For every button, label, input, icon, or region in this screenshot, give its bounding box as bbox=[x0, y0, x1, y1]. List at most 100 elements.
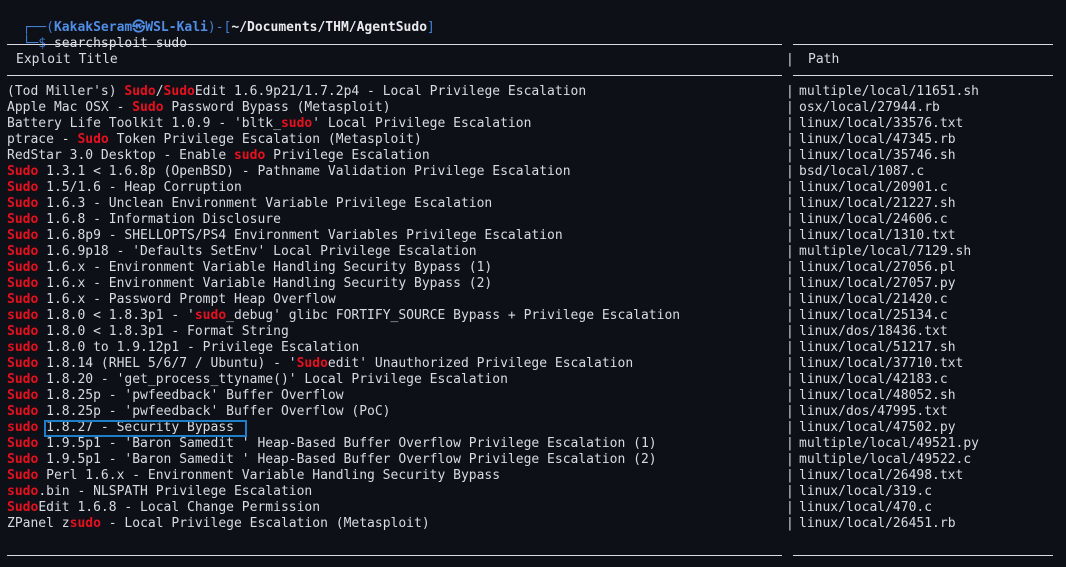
column-separator: | bbox=[786, 404, 794, 419]
exploit-title: Sudo 1.6.x - Environment Variable Handli… bbox=[7, 260, 492, 276]
column-separator: | bbox=[786, 100, 794, 115]
keyword-match: sudo bbox=[7, 340, 39, 355]
exploit-path: linux/dos/47995.txt bbox=[799, 404, 948, 419]
table-row: Sudo 1.8.14 (RHEL 5/6/7 / Ubuntu) - 'Sud… bbox=[0, 356, 1066, 372]
table-row: Sudo 1.6.8 - Information Disclosure | linu… bbox=[0, 212, 1066, 228]
keyword-match: Sudo bbox=[7, 372, 39, 387]
rule-header-right bbox=[793, 75, 1053, 76]
title-text: Perl 1.6.x - Environment Variable Handli… bbox=[38, 468, 501, 483]
exploit-path: linux/local/20901.c bbox=[799, 180, 948, 195]
exploit-path: linux/local/48052.sh bbox=[799, 388, 956, 403]
table-row: sudo 1.8.0 < 1.8.3p1 - 'sudo_debug' glib… bbox=[0, 308, 1066, 324]
column-separator: | bbox=[786, 148, 794, 163]
title-text: 1.8.14 (RHEL 5/6/7 / Ubuntu) - ' bbox=[38, 356, 297, 371]
column-separator: | bbox=[786, 292, 794, 307]
exploit-path: linux/local/27056.pl bbox=[799, 260, 956, 275]
exploit-title: Apple Mac OSX - Sudo Password Bypass (Me… bbox=[7, 100, 391, 116]
title-text: ptrace - bbox=[7, 132, 78, 147]
table-row: Sudo 1.9.5p1 - 'Baron Samedit ' Heap-Bas… bbox=[0, 436, 1066, 452]
keyword-match: Sudo bbox=[7, 436, 39, 451]
keyword-match: Sudo bbox=[7, 228, 39, 243]
rule-bottom-right bbox=[793, 555, 1053, 556]
exploit-title: Sudo 1.8.25p - 'pwfeedback' Buffer Overf… bbox=[7, 404, 391, 420]
header-exploit-title: Exploit Title bbox=[16, 52, 118, 67]
highlight-box bbox=[44, 420, 247, 437]
column-separator: | bbox=[786, 244, 794, 259]
exploit-title: Sudo 1.6.3 - Unclean Environment Variabl… bbox=[7, 196, 492, 212]
exploit-title: sudo 1.8.0 to 1.9.12p1 - Privilege Escal… bbox=[7, 340, 359, 356]
keyword-match: Sudo bbox=[7, 324, 39, 339]
exploit-path: linux/local/47345.rb bbox=[799, 132, 956, 147]
exploit-title: Sudo 1.9.5p1 - 'Baron Samedit ' Heap-Bas… bbox=[7, 436, 657, 452]
keyword-match: sudo bbox=[194, 308, 227, 323]
table-row: Sudo 1.6.x - Environment Variable Handli… bbox=[0, 260, 1066, 276]
column-separator: | bbox=[786, 164, 794, 179]
exploit-path: multiple/local/49521.py bbox=[799, 436, 980, 451]
exploit-title: Sudo 1.3.1 < 1.6.8p (OpenBSD) - Pathname… bbox=[7, 164, 571, 180]
table-row: Sudo 1.8.0 < 1.8.3p1 - Format String | lin… bbox=[0, 324, 1066, 340]
keyword-match: Sudo bbox=[7, 404, 39, 419]
keyword-match: Sudo bbox=[7, 356, 39, 371]
keyword-match: Sudo bbox=[124, 84, 156, 99]
keyword-match: Sudo bbox=[7, 276, 39, 291]
table-row: Sudo 1.8.20 - 'get_process_ttyname()' Lo… bbox=[0, 372, 1066, 388]
column-separator: | bbox=[786, 388, 794, 403]
table-row: Battery Life Toolkit 1.0.9 - 'bltk_sudo'… bbox=[0, 116, 1066, 132]
header-path: Path bbox=[808, 52, 840, 67]
exploit-title: SudoEdit 1.6.8 - Local Change Permission bbox=[7, 500, 320, 516]
table-header: Exploit Title | Path bbox=[0, 52, 1066, 68]
table-row: Sudo 1.6.3 - Unclean Environment Variabl… bbox=[0, 196, 1066, 212]
table-row: Sudo 1.8.25p - 'pwfeedback' Buffer Overf… bbox=[0, 404, 1066, 420]
column-separator: | bbox=[786, 132, 794, 147]
column-separator: | bbox=[786, 196, 794, 211]
column-separator: | bbox=[786, 276, 794, 291]
exploit-path: linux/local/42183.c bbox=[799, 372, 948, 387]
title-text: Battery Life Toolkit 1.0.9 - 'bltk_ bbox=[7, 116, 281, 131]
column-separator: | bbox=[786, 116, 794, 131]
keyword-match: sudo bbox=[7, 484, 39, 499]
exploit-title: Sudo 1.8.20 - 'get_process_ttyname()' Lo… bbox=[7, 372, 508, 388]
column-separator: | bbox=[786, 516, 794, 531]
title-text: 1.6.8p9 - SHELLOPTS/PS4 Environment Vari… bbox=[38, 228, 563, 243]
keyword-match: sudo bbox=[69, 516, 101, 531]
title-text: 1.9.5p1 - 'Baron Samedit ' Heap-Based Bu… bbox=[38, 436, 657, 451]
exploit-path: linux/local/33576.txt bbox=[799, 116, 964, 131]
column-separator: | bbox=[786, 180, 794, 195]
table-row: Sudo 1.5/1.6 - Heap Corruption | linux/loc… bbox=[0, 180, 1066, 196]
exploit-path: linux/local/24606.c bbox=[799, 212, 948, 227]
title-text: 1.6.8 - Information Disclosure bbox=[38, 212, 281, 227]
title-text: 1.8.25p - 'pwfeedback' Buffer Overflow bbox=[38, 388, 344, 403]
exploit-title: Sudo Perl 1.6.x - Environment Variable H… bbox=[7, 468, 500, 484]
table-row: Sudo 1.6.9p18 - 'Defaults SetEnv' Local … bbox=[0, 244, 1066, 260]
exploit-path: linux/local/1310.txt bbox=[799, 228, 956, 243]
keyword-match: Sudo bbox=[7, 260, 39, 275]
keyword-match: Sudo bbox=[7, 180, 39, 195]
keyword-match: Sudo bbox=[7, 164, 39, 179]
keyword-match: Sudo bbox=[163, 84, 195, 99]
exploit-path: linux/local/51217.sh bbox=[799, 340, 956, 355]
table-row: RedStar 3.0 Desktop - Enable sudo Privil… bbox=[0, 148, 1066, 164]
exploit-path: linux/local/47502.py bbox=[799, 420, 956, 435]
table-row: sudo 1.8.0 to 1.9.12p1 - Privilege Escal… bbox=[0, 340, 1066, 356]
column-separator: | bbox=[786, 500, 794, 515]
table-row: (Tod Miller's) Sudo/SudoEdit 1.6.9p21/1.… bbox=[0, 84, 1066, 100]
title-text: (Tod Miller's) bbox=[7, 84, 125, 99]
exploit-title: Sudo 1.6.8 - Information Disclosure bbox=[7, 212, 281, 228]
column-separator: | bbox=[786, 372, 794, 387]
table-row: sudo 1.8.27 - Security Bypass | linux/loca… bbox=[0, 420, 1066, 437]
title-text: Edit 1.6.9p21/1.7.2p4 - Local Privilege … bbox=[194, 84, 587, 99]
exploit-title: RedStar 3.0 Desktop - Enable sudo Privil… bbox=[7, 148, 430, 164]
exploit-title: Sudo 1.8.0 < 1.8.3p1 - Format String bbox=[7, 324, 289, 340]
prompt-close: ] bbox=[427, 20, 435, 35]
exploit-path: linux/local/35746.sh bbox=[799, 148, 956, 163]
title-text: 1.9.5p1 - 'Baron Samedit ' Heap-Based Bu… bbox=[38, 452, 657, 467]
keyword-match: Sudo bbox=[77, 132, 109, 147]
keyword-match: Sudo bbox=[7, 468, 39, 483]
keyword-match: Sudo bbox=[7, 196, 39, 211]
title-text: 1.6.x - Password Prompt Heap Overflow bbox=[38, 292, 336, 307]
title-text: Token Privilege Escalation (Metasploit) bbox=[108, 132, 422, 147]
table-row: Sudo 1.6.8p9 - SHELLOPTS/PS4 Environment… bbox=[0, 228, 1066, 244]
title-text: 1.8.25p - 'pwfeedback' Buffer Overflow (… bbox=[38, 404, 391, 419]
keyword-match: sudo bbox=[280, 116, 313, 131]
title-text: .bin - NLSPATH Privilege Escalation bbox=[38, 484, 313, 499]
